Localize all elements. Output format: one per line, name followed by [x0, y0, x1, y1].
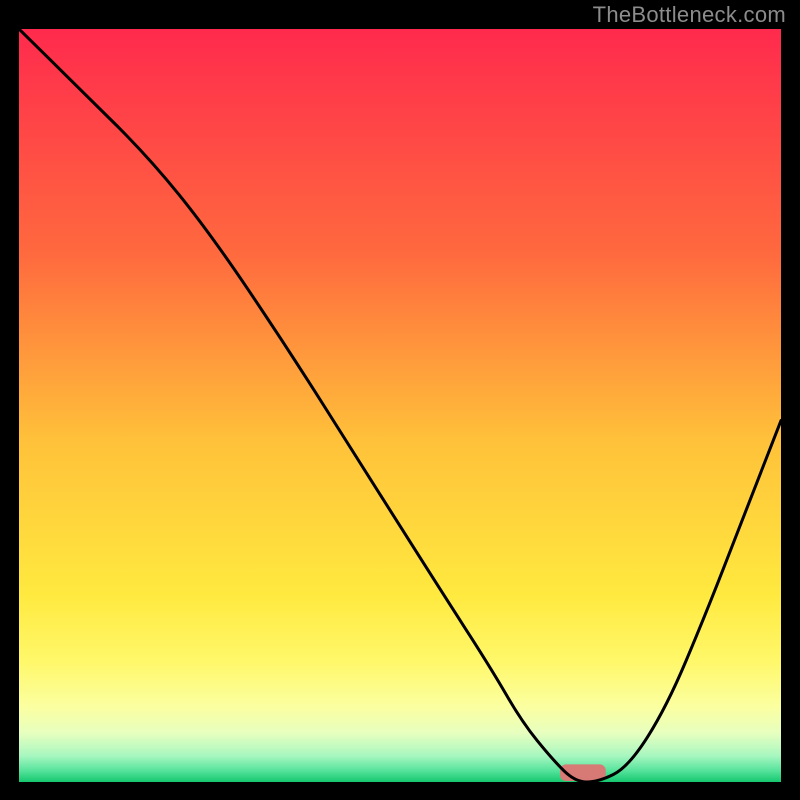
watermark-text: TheBottleneck.com — [593, 2, 786, 28]
chart-svg — [19, 29, 781, 782]
plot-area — [19, 29, 781, 782]
chart-frame: TheBottleneck.com — [0, 0, 800, 800]
